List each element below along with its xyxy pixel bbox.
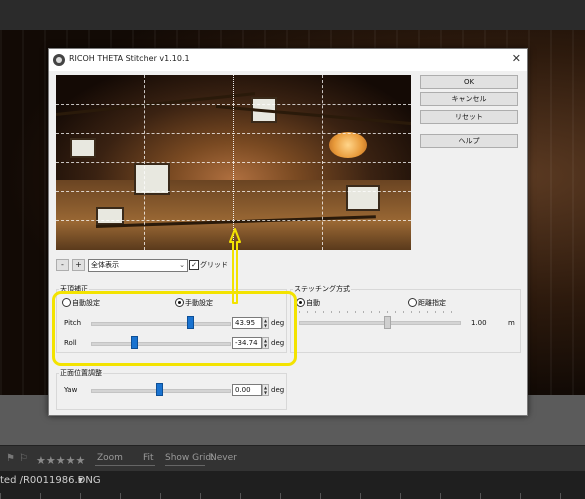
show-grid-select[interactable]: Never <box>210 453 237 463</box>
yaw-unit: deg <box>271 386 285 394</box>
grid-checkbox-label: グリッド <box>200 261 228 269</box>
unflag-icon[interactable]: ⚐ <box>19 453 28 464</box>
distance-unit: m <box>508 319 515 327</box>
help-button[interactable]: ヘルプ <box>420 134 518 148</box>
distance-value: 1.00 <box>471 319 487 327</box>
preview-window <box>70 138 96 158</box>
stitching-group-title: ステッチング方式 <box>293 284 351 294</box>
distance-slider-thumb[interactable] <box>384 316 391 329</box>
zoom-slider[interactable] <box>95 465 155 466</box>
grid-line-vertical <box>233 75 234 250</box>
zoom-label: Zoom <box>97 453 123 463</box>
grid-checkbox[interactable]: ✓ <box>189 260 199 270</box>
front-position-group-title: 正面位置調整 <box>59 368 103 378</box>
filename-label: ted /R0011986.DNG <box>0 475 101 486</box>
stitching-distance-radio[interactable] <box>408 298 417 307</box>
yaw-input[interactable]: 0.00 <box>232 384 262 396</box>
star-rating[interactable]: ★★★★★ <box>36 454 85 467</box>
cancel-button[interactable]: キャンセル <box>420 92 518 106</box>
filename-dropdown-icon[interactable]: ▾ <box>78 475 83 486</box>
lightroom-bottom-toolbar: ⚑ ⚐ ★★★★★ Zoom Fit Show Grid: Never <box>0 445 585 472</box>
filmstrip-ruler <box>0 493 585 499</box>
top-background <box>0 0 585 30</box>
grid-slider[interactable] <box>165 465 205 466</box>
zenith-highlight-annotation <box>52 291 297 366</box>
preview-window <box>96 207 124 225</box>
view-mode-value: 全体表示 <box>91 261 119 269</box>
fit-label: Fit <box>143 453 154 463</box>
stitching-distance-label: 距離指定 <box>418 299 446 307</box>
distance-slider-track[interactable] <box>299 321 461 325</box>
chevron-down-icon: ⌄ <box>179 261 185 269</box>
ok-button[interactable]: OK <box>420 75 518 89</box>
stitching-auto-radio[interactable] <box>296 298 305 307</box>
yaw-spinner[interactable]: ▲ ▼ <box>262 384 269 396</box>
panorama-preview[interactable] <box>56 75 411 250</box>
reset-button[interactable]: リセット <box>420 110 518 124</box>
close-icon[interactable]: ✕ <box>512 52 521 65</box>
yaw-slider-thumb[interactable] <box>156 383 163 396</box>
grid-line-vertical <box>144 75 145 250</box>
app-icon <box>53 54 65 66</box>
zoom-out-button[interactable]: - <box>56 259 69 271</box>
zoom-in-button[interactable]: + <box>72 259 85 271</box>
view-mode-select[interactable]: 全体表示 ⌄ <box>88 259 188 272</box>
arrow-up-icon <box>229 228 241 304</box>
show-grid-label: Show Grid: <box>165 453 215 463</box>
grid-line-vertical <box>322 75 323 250</box>
stitching-auto-label: 自動 <box>306 299 320 307</box>
distance-slider-ticks <box>299 311 459 313</box>
dialog-titlebar: RICOH THETA Stitcher v1.10.1 ✕ <box>49 49 527 71</box>
flag-icon[interactable]: ⚑ <box>6 453 15 464</box>
preview-window <box>346 185 380 211</box>
yaw-label: Yaw <box>64 386 78 394</box>
preview-lamp <box>329 132 367 158</box>
dialog-title: RICOH THETA Stitcher v1.10.1 <box>69 54 190 63</box>
preview-beam <box>215 105 411 126</box>
